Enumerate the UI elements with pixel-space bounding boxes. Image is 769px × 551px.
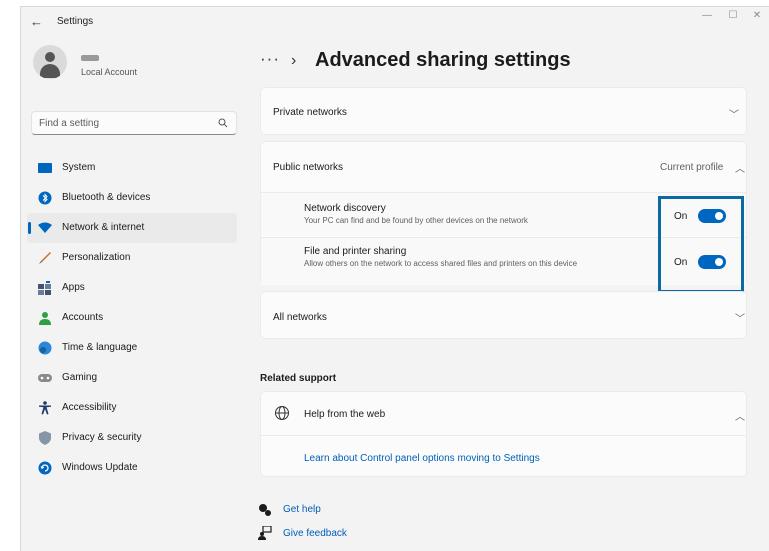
system-icon xyxy=(38,163,52,173)
sidebar-item-label: Accessibility xyxy=(62,402,117,413)
sidebar-item-bluetooth[interactable]: Bluetooth & devices xyxy=(27,183,237,213)
account-type: Local Account xyxy=(81,67,138,77)
sidebar-item-label: System xyxy=(62,162,96,173)
sidebar-item-label: Privacy & security xyxy=(62,432,142,443)
accessibility-icon xyxy=(39,401,51,415)
minimize-button[interactable]: — xyxy=(694,10,720,21)
sidebar-item-label: Bluetooth & devices xyxy=(62,192,151,203)
sidebar-item-system[interactable]: System xyxy=(27,153,237,183)
shield-icon xyxy=(39,431,51,445)
avatar xyxy=(33,45,67,79)
control-panel-link[interactable]: Learn about Control panel options moving… xyxy=(304,453,540,464)
get-help-icon xyxy=(259,504,271,516)
close-button[interactable]: ✕ xyxy=(744,10,769,21)
sidebar-item-accounts[interactable]: Accounts xyxy=(27,303,237,333)
maximize-button[interactable]: ☐ xyxy=(720,10,746,21)
sidebar-item-accessibility[interactable]: Accessibility xyxy=(27,393,237,423)
breadcrumb-separator: › xyxy=(291,52,297,69)
sidebar-item-label: Time & language xyxy=(62,342,138,353)
sidebar-item-network[interactable]: Network & internet xyxy=(27,213,237,243)
sidebar-item-label: Personalization xyxy=(62,252,131,263)
update-icon xyxy=(38,461,52,475)
file-printer-sharing-title: File and printer sharing xyxy=(304,246,407,257)
page-title: Advanced sharing settings xyxy=(315,49,571,71)
network-discovery-title: Network discovery xyxy=(304,203,386,214)
help-from-web-label: Help from the web xyxy=(304,409,386,420)
sidebar-item-windows-update[interactable]: Windows Update xyxy=(27,453,237,483)
chevron-down-icon[interactable]: ﹀ xyxy=(729,106,739,121)
sidebar-item-label: Gaming xyxy=(62,372,98,383)
private-networks-card[interactable]: Private networks ﹀ xyxy=(260,87,747,135)
app-title: Settings xyxy=(57,16,94,27)
gamepad-icon xyxy=(38,374,52,382)
apps-icon xyxy=(38,281,51,295)
sidebar-nav: System Bluetooth & devices Network & int… xyxy=(27,153,237,483)
current-profile-badge: Current profile xyxy=(660,162,724,173)
search-box[interactable]: Find a setting xyxy=(31,111,237,135)
sidebar-item-label: Accounts xyxy=(62,312,104,323)
sidebar-item-time-language[interactable]: Time & language xyxy=(27,333,237,363)
sidebar-item-label: Windows Update xyxy=(62,462,138,473)
help-from-web-header[interactable]: Help from the web ︿ xyxy=(261,392,746,436)
help-from-web-card: Help from the web ︿ Learn about Control … xyxy=(260,391,747,477)
private-networks-label: Private networks xyxy=(273,107,347,118)
globe-clock-icon xyxy=(38,341,52,355)
file-printer-sharing-description: Allow others on the network to access sh… xyxy=(304,259,578,268)
search-icon xyxy=(218,118,228,128)
user-name-redacted xyxy=(81,55,99,61)
title-bar: ← Settings — ☐ ✕ xyxy=(21,7,769,35)
wifi-icon xyxy=(38,222,52,233)
network-discovery-description: Your PC can find and be found by other d… xyxy=(304,216,528,225)
brush-icon xyxy=(39,252,51,264)
chevron-up-icon[interactable]: ︿ xyxy=(735,160,745,175)
search-input[interactable]: Find a setting xyxy=(39,118,99,129)
related-support-heading: Related support xyxy=(260,373,337,384)
sidebar-item-label: Apps xyxy=(62,282,85,293)
accounts-icon xyxy=(39,312,51,325)
public-networks-label: Public networks xyxy=(273,162,344,173)
give-feedback-link[interactable]: Give feedback xyxy=(283,528,347,539)
sidebar-item-privacy[interactable]: Privacy & security xyxy=(27,423,237,453)
public-networks-header[interactable]: Public networks Current profile ︿ xyxy=(261,142,746,192)
chevron-up-icon[interactable]: ︿ xyxy=(735,408,745,423)
sidebar-item-personalization[interactable]: Personalization xyxy=(27,243,237,273)
feedback-icon xyxy=(258,526,272,540)
globe-icon xyxy=(275,406,289,420)
settings-window: ← Settings — ☐ ✕ Local Account Find a se… xyxy=(20,6,769,551)
chevron-down-icon[interactable]: ﹀ xyxy=(735,310,745,325)
sidebar-item-label: Network & internet xyxy=(62,222,145,233)
sidebar-item-apps[interactable]: Apps xyxy=(27,273,237,303)
sidebar-item-gaming[interactable]: Gaming xyxy=(27,363,237,393)
all-networks-label: All networks xyxy=(273,312,327,323)
toggle-highlight-frame xyxy=(658,196,744,293)
bluetooth-icon xyxy=(38,191,52,205)
breadcrumb-more-button[interactable]: ··· xyxy=(260,49,280,69)
all-networks-card[interactable]: All networks ﹀ xyxy=(260,291,747,339)
get-help-link[interactable]: Get help xyxy=(283,504,321,515)
user-profile[interactable]: Local Account xyxy=(33,45,243,95)
back-button[interactable]: ← xyxy=(30,14,43,29)
